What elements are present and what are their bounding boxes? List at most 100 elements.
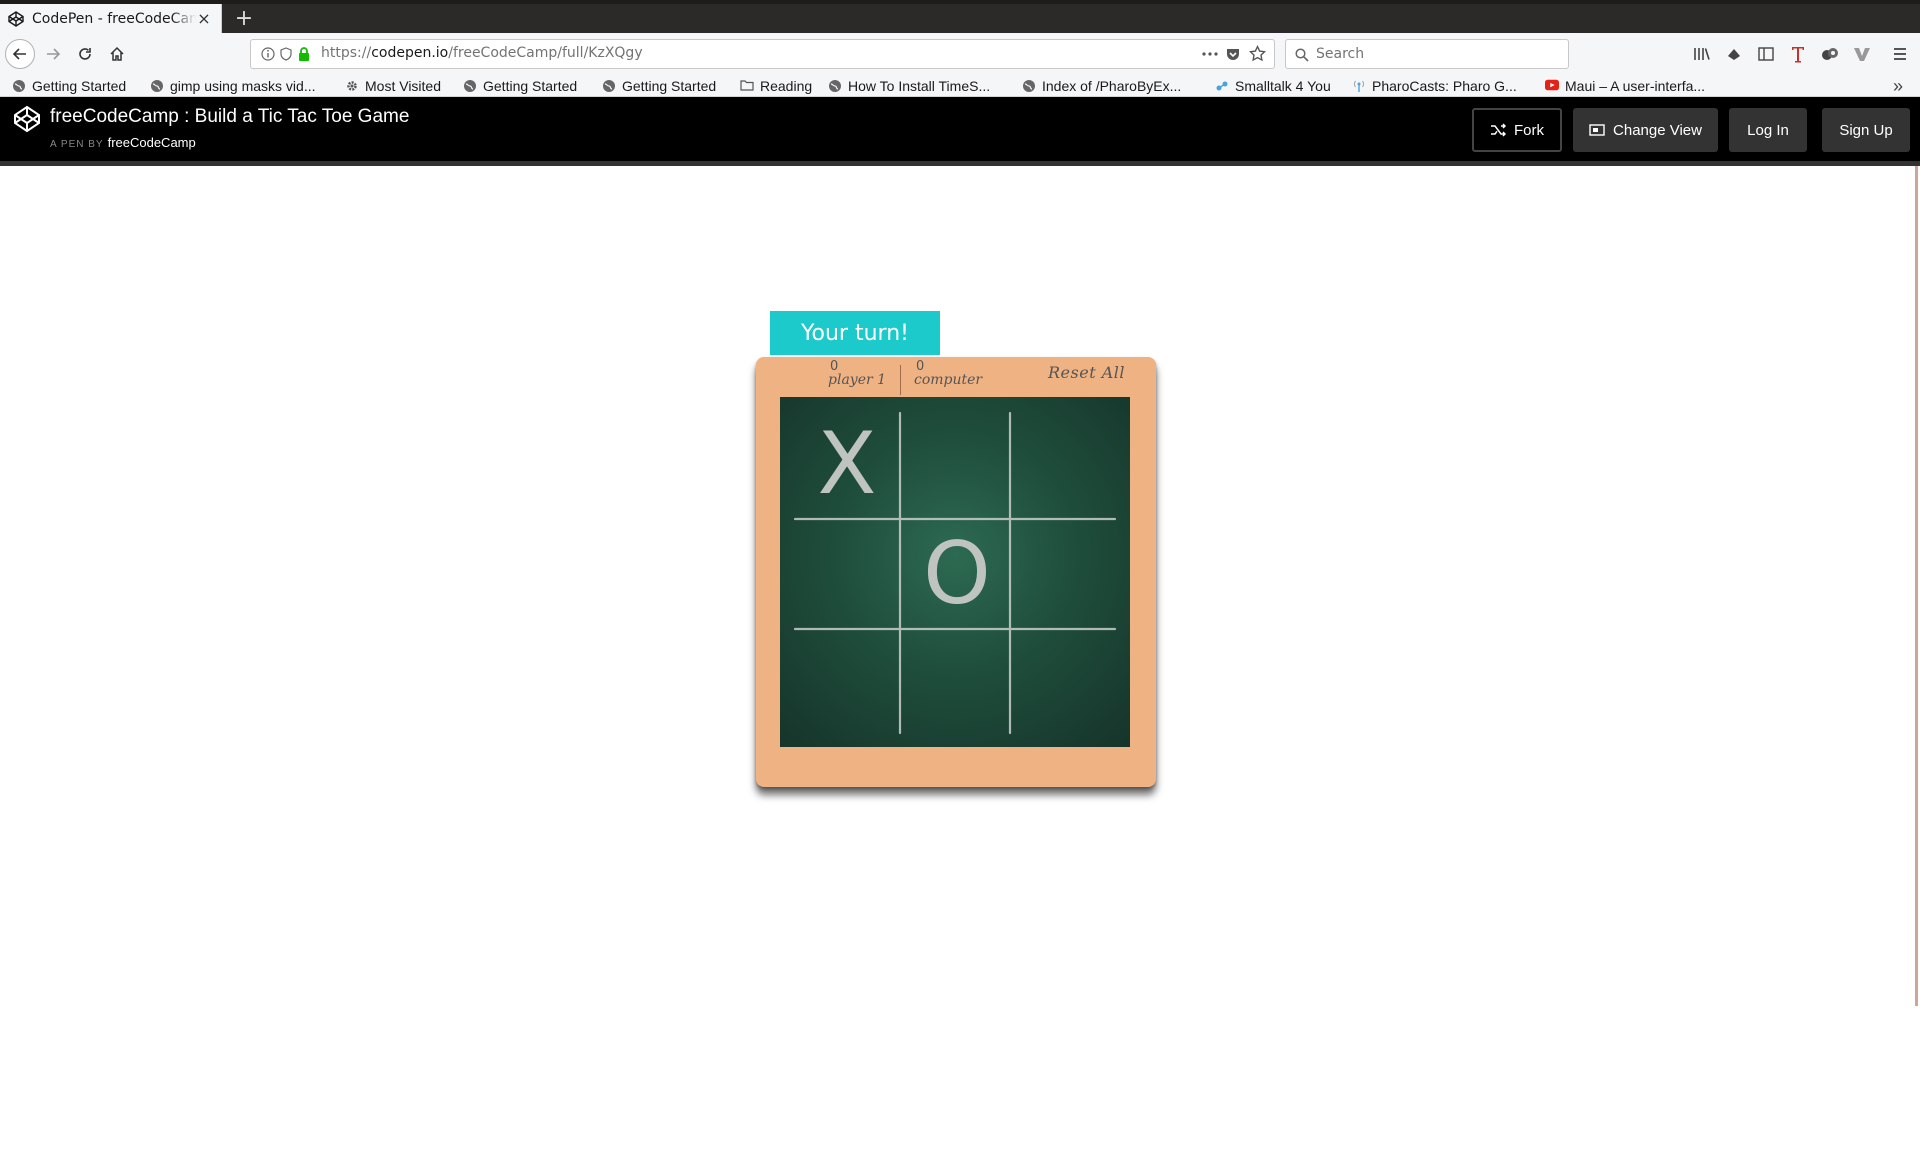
bookmark-label: PharoCasts: Pharo G... xyxy=(1372,78,1517,94)
score-divider xyxy=(900,365,901,395)
bookmark-label: How To Install TimeS... xyxy=(848,78,991,94)
computer-label: computer xyxy=(914,372,983,388)
board-cell[interactable] xyxy=(792,519,902,629)
bookmark-label: Getting Started xyxy=(32,78,127,94)
bookmark-label: Getting Started xyxy=(622,78,717,94)
author-link[interactable]: freeCodeCamp xyxy=(108,135,196,150)
bookmark-item[interactable]: gimp using masks vid... xyxy=(150,76,316,96)
bookmark-item[interactable]: Reading xyxy=(740,76,812,96)
home-button[interactable] xyxy=(102,39,132,69)
board-cell[interactable] xyxy=(902,629,1012,739)
menu-hamburger-icon[interactable] xyxy=(1890,44,1910,64)
globe-icon xyxy=(12,79,26,93)
sidebar-toggle-icon[interactable] xyxy=(1756,44,1776,64)
search-bar[interactable]: Search xyxy=(1285,39,1569,69)
globe-icon xyxy=(150,79,164,93)
change-view-button[interactable]: Change View xyxy=(1573,108,1718,152)
login-button[interactable]: Log In xyxy=(1729,108,1807,152)
bookmark-label: Smalltalk 4 You xyxy=(1235,78,1331,94)
board-cell[interactable] xyxy=(1012,409,1122,519)
bookmark-item[interactable]: Index of /PharoByEx... xyxy=(1022,76,1181,96)
codepen-favicon-icon xyxy=(8,10,24,27)
extension-mask-icon[interactable] xyxy=(1820,44,1840,64)
reload-button[interactable] xyxy=(70,39,100,69)
home-icon xyxy=(110,46,124,61)
smalltalk-icon xyxy=(1215,79,1229,93)
extension-v-icon[interactable] xyxy=(1852,44,1872,64)
change-view-label: Change View xyxy=(1613,121,1702,139)
header-divider xyxy=(0,161,1920,166)
codepen-header: freeCodeCamp : Build a Tic Tac Toe Game … xyxy=(0,97,1920,161)
pen-title: freeCodeCamp : Build a Tic Tac Toe Game xyxy=(50,106,410,127)
globe-icon xyxy=(1022,79,1036,93)
game-board-frame: 0 player 1 0 computer Reset All X O xyxy=(756,357,1156,787)
bookmark-item[interactable]: PharoCasts: Pharo G... xyxy=(1352,76,1517,96)
back-button[interactable] xyxy=(5,39,35,69)
signup-button[interactable]: Sign Up xyxy=(1822,108,1910,152)
search-placeholder: Search xyxy=(1316,46,1365,62)
pocket-icon[interactable] xyxy=(1225,46,1241,62)
bookmark-star-icon[interactable] xyxy=(1249,45,1266,62)
search-icon xyxy=(1295,48,1309,62)
forward-button[interactable] xyxy=(38,39,68,69)
pen-byline: A PEN BY freeCodeCamp xyxy=(50,135,196,150)
bookmark-label: Getting Started xyxy=(483,78,578,94)
navigation-toolbar: https://codepen.io/freeCodeCamp/full/KzX… xyxy=(0,33,1920,75)
podcast-icon xyxy=(1352,79,1366,93)
globe-icon xyxy=(828,79,842,93)
page-actions-icon[interactable] xyxy=(1201,47,1219,61)
board-cell[interactable]: O xyxy=(902,519,1012,629)
folder-icon xyxy=(740,79,754,93)
bookmark-item[interactable]: Getting Started xyxy=(602,76,716,96)
bookmark-item[interactable]: Getting Started xyxy=(12,76,126,96)
library-icon[interactable] xyxy=(1692,44,1712,64)
bookmark-item[interactable]: Smalltalk 4 You xyxy=(1215,76,1331,96)
player-label: player 1 xyxy=(828,372,887,388)
board-cell[interactable] xyxy=(792,629,902,739)
bookmark-item[interactable]: How To Install TimeS... xyxy=(828,76,990,96)
bookmark-item[interactable]: Maui – A user-interfa... xyxy=(1545,76,1705,96)
bookmarks-overflow-button[interactable]: » xyxy=(1893,76,1903,96)
board-cell[interactable]: X xyxy=(792,409,902,519)
extension-t-icon[interactable] xyxy=(1788,44,1808,64)
bookmark-item[interactable]: Getting Started xyxy=(463,76,577,96)
bookmark-label: Reading xyxy=(760,78,813,94)
byline-prefix: A PEN BY xyxy=(50,139,104,150)
bookmark-label: gimp using masks vid... xyxy=(170,78,316,94)
secure-lock-icon xyxy=(299,47,309,61)
globe-icon xyxy=(602,79,616,93)
forward-arrow-icon xyxy=(47,48,61,60)
fork-label: Fork xyxy=(1514,121,1544,139)
tab-title: CodePen - freeCodeCamp : Build a Tic Tac… xyxy=(32,10,196,27)
board-cell[interactable] xyxy=(1012,519,1122,629)
url-text: https://codepen.io/freeCodeCamp/full/KzX… xyxy=(321,45,643,61)
turn-status-banner: Your turn! xyxy=(770,311,940,355)
reset-all-button[interactable]: Reset All xyxy=(1048,363,1125,382)
chalkboard: X O xyxy=(780,397,1130,747)
tab-close-icon[interactable]: × xyxy=(195,9,213,28)
board-cell[interactable] xyxy=(1012,629,1122,739)
fork-button[interactable]: Fork xyxy=(1472,108,1562,152)
new-tab-button[interactable]: + xyxy=(230,4,258,33)
globe-icon xyxy=(463,79,477,93)
reload-icon xyxy=(79,48,91,60)
info-icon xyxy=(261,47,275,61)
bookmarks-toolbar: Getting Started gimp using masks vid... … xyxy=(0,75,1920,97)
browser-tab[interactable]: CodePen - freeCodeCamp : Build a Tic Tac… xyxy=(0,4,222,33)
youtube-icon xyxy=(1545,79,1559,93)
tracking-shield-icon xyxy=(280,47,292,61)
bookmark-label: Most Visited xyxy=(365,78,441,94)
fork-icon xyxy=(1491,123,1506,137)
board-cell[interactable] xyxy=(902,409,1012,519)
tab-strip: CodePen - freeCodeCamp : Build a Tic Tac… xyxy=(0,0,1920,33)
address-bar[interactable]: https://codepen.io/freeCodeCamp/full/KzX… xyxy=(250,39,1275,69)
back-arrow-icon xyxy=(12,48,26,60)
bookmark-item[interactable]: Most Visited xyxy=(345,76,441,96)
gear-icon xyxy=(345,79,359,93)
bookmark-label: Index of /PharoByEx... xyxy=(1042,78,1182,94)
scrollbar-thumb[interactable] xyxy=(1915,166,1918,1006)
change-view-icon xyxy=(1589,124,1605,136)
bookmark-label: Maui – A user-interfa... xyxy=(1565,78,1706,94)
extension-cloud-icon[interactable] xyxy=(1724,44,1744,64)
codepen-logo-icon[interactable] xyxy=(13,105,41,133)
